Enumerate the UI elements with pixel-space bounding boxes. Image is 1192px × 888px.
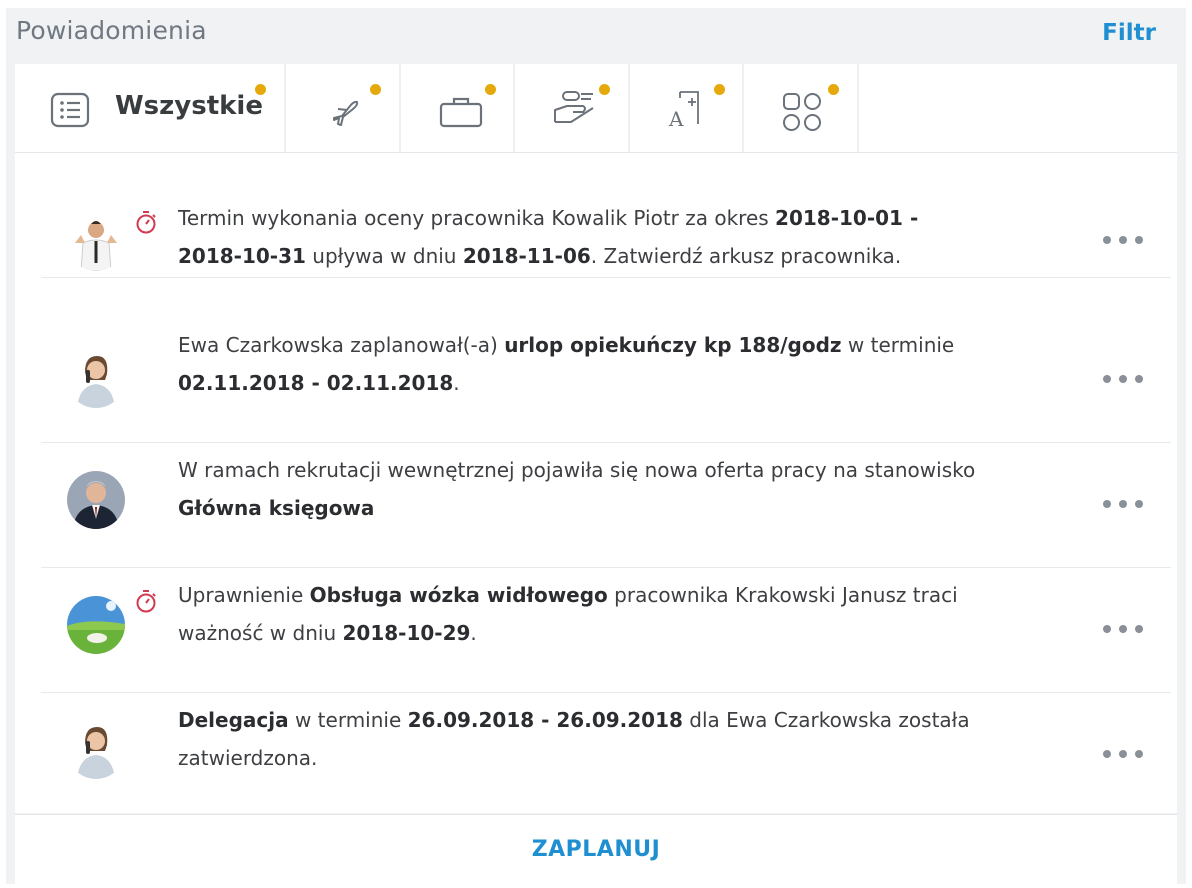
text-segment: Termin wykonania oceny pracownika Kowali… [178,206,776,230]
deadline-timer-icon [136,590,156,613]
notification-item[interactable]: Ewa Czarkowska zaplanował(-a) urlop opie… [41,318,1171,443]
notification-list: Termin wykonania oceny pracownika Kowali… [15,153,1177,813]
more-options-button[interactable] [1101,742,1145,766]
text-segment: . [453,371,460,395]
notifications-panel: Powiadomienia Filtr Wszystkie A Termin w… [6,8,1186,885]
tab-grades[interactable]: A [630,64,744,152]
notification-text: Delegacja w terminie 26.09.2018 - 26.09.… [178,701,978,777]
notification-item[interactable]: W ramach rekrutacji wewnętrznej pojawiła… [41,443,1171,568]
badge-dot [370,84,381,95]
list-icon [50,92,90,128]
avatar [67,721,125,779]
apps-grid-icon [783,93,821,131]
dot [1135,375,1143,383]
tab-all-label: Wszystkie [115,91,263,121]
tab-payments[interactable] [515,64,630,152]
briefcase-icon [439,97,483,128]
notification-text: W ramach rekrutacji wewnętrznej pojawiła… [178,451,978,527]
dot [1103,625,1111,633]
badge-dot [485,84,496,95]
plan-button[interactable]: ZAPLANUJ [15,837,1177,862]
avatar [67,471,125,529]
notification-item[interactable]: Termin wykonania oceny pracownika Kowali… [41,153,1171,278]
dot [1119,500,1127,508]
dot [1135,750,1143,758]
dot [1103,500,1111,508]
dot [1119,750,1127,758]
text-bold: 26.09.2018 - 26.09.2018 [407,708,683,732]
notification-item[interactable]: Uprawnienie Obsługa wózka widłowego prac… [41,568,1171,693]
panel-header: Powiadomienia Filtr [6,8,1186,64]
tab-travel[interactable] [286,64,401,152]
dot [1119,625,1127,633]
text-bold: 2018-11-06 [462,244,591,268]
plane-icon [333,100,359,126]
more-options-button[interactable] [1101,617,1145,641]
hand-money-icon [554,91,594,123]
svg-text:A: A [668,107,684,130]
dot [1103,375,1111,383]
avatar [67,213,125,271]
filter-link[interactable]: Filtr [1102,20,1156,46]
separator [41,277,1171,278]
category-tabs: Wszystkie A [15,64,1177,153]
text-segment: upływa w dniu [305,244,463,268]
text-bold: Obsługa wózka widłowego [309,583,608,607]
text-bold: Delegacja [178,708,289,732]
text-segment: . [470,621,477,645]
tab-other[interactable] [744,64,859,152]
notification-text: Termin wykonania oceny pracownika Kowali… [178,199,978,275]
dot [1119,236,1127,244]
avatar [67,596,125,654]
text-segment: W ramach rekrutacji wewnętrznej pojawiła… [178,458,976,482]
dot [1103,750,1111,758]
deadline-timer-icon [136,211,156,234]
tab-jobs[interactable] [401,64,515,152]
text-bold: urlop opiekuńczy kp 188/godz [504,333,842,357]
text-bold: Główna księgowa [178,496,375,520]
text-segment: Uprawnienie [178,583,310,607]
badge-dot [599,84,610,95]
badge-dot [714,84,725,95]
notification-item[interactable]: Delegacja w terminie 26.09.2018 - 26.09.… [41,693,1171,818]
dot [1103,236,1111,244]
dot [1135,236,1143,244]
more-options-button[interactable] [1101,228,1145,252]
more-options-button[interactable] [1101,492,1145,516]
grade-icon: A [668,91,699,130]
badge-dot [828,84,839,95]
dot [1135,500,1143,508]
panel-title: Powiadomienia [16,16,207,45]
notification-text: Ewa Czarkowska zaplanował(-a) urlop opie… [178,326,978,402]
panel-footer: ZAPLANUJ [15,814,1177,885]
badge-dot [255,84,266,95]
text-segment: w terminie [841,333,955,357]
text-segment: . Zatwierdź arkusz pracownika. [590,244,902,268]
dot [1135,625,1143,633]
text-segment: w terminie [288,708,408,732]
notification-text: Uprawnienie Obsługa wózka widłowego prac… [178,576,978,652]
text-segment: Ewa Czarkowska zaplanował(-a) [178,333,505,357]
avatar [67,350,125,408]
tab-all[interactable]: Wszystkie [15,64,286,152]
text-bold: 02.11.2018 - 02.11.2018 [178,371,454,395]
text-bold: 2018-10-29 [342,621,471,645]
dot [1119,375,1127,383]
more-options-button[interactable] [1101,367,1145,391]
